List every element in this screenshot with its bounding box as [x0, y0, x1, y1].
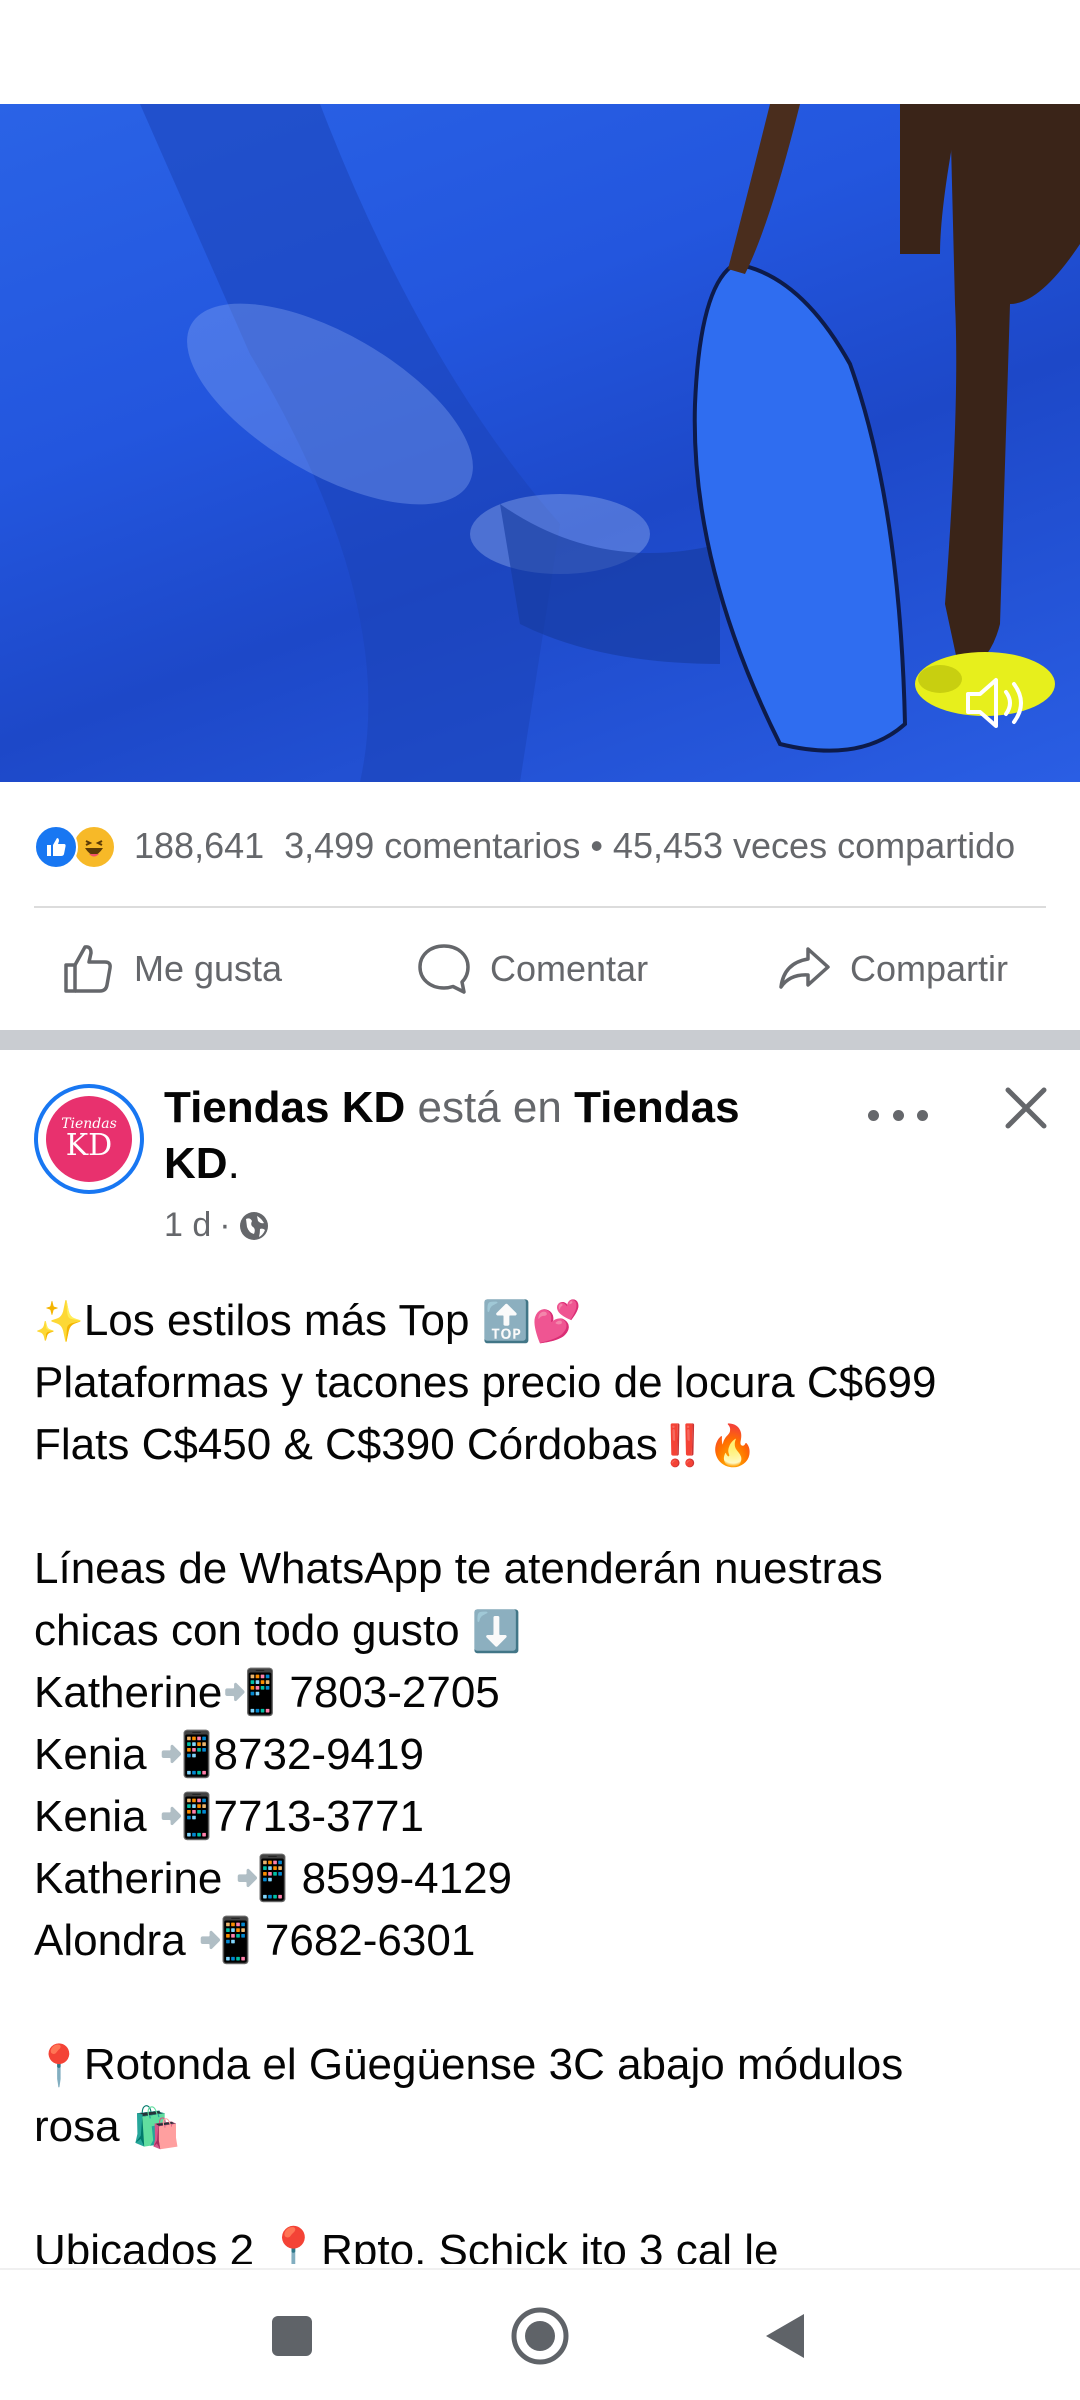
globe-icon [239, 1211, 268, 1240]
whatsapp-contact[interactable]: Kenia 📲7713-3771 [34, 1786, 1064, 1848]
avatar[interactable]: Tiendas KD [34, 1084, 144, 1194]
post-line: Líneas de WhatsApp te atenderán nuestras [34, 1544, 883, 1593]
system-nav-bar [0, 2268, 1080, 2400]
back-button[interactable] [750, 2300, 822, 2372]
period: . [227, 1139, 240, 1188]
whatsapp-contact[interactable]: Katherine📲 7803-2705 [34, 1662, 1064, 1724]
whatsapp-contact[interactable]: Alondra 📲 7682-6301 [34, 1910, 1064, 1972]
post-line: ✨Los estilos más Top 🔝💕 [34, 1296, 582, 1345]
comment-button[interactable]: Comentar [416, 922, 648, 1016]
volume-on-icon[interactable] [960, 668, 1030, 738]
comment-bubble-icon [418, 944, 470, 994]
video-frame [140, 104, 1080, 782]
share-arrow-icon [779, 947, 830, 989]
post-time[interactable]: 1 d [164, 1206, 211, 1245]
feed-separator [0, 1030, 1080, 1050]
post-text: ✨Los estilos más Top 🔝💕 Plataformas y ta… [34, 1290, 1064, 2264]
post-line: Plataformas y tacones precio de locura C… [34, 1358, 937, 1407]
thumbs-up-icon [64, 945, 112, 993]
author-name[interactable]: Tiendas KD [164, 1083, 405, 1132]
status-bar [0, 0, 1080, 104]
post-line: Flats C$450 & C$390 Córdobas‼️🔥 [34, 1420, 758, 1469]
recents-button[interactable] [256, 2300, 328, 2372]
reactions-summary[interactable]: 188,641 3,499 comentarios • 45,453 veces… [34, 812, 1080, 880]
share-button[interactable]: Compartir [776, 922, 1008, 1016]
post-header: Tiendas KD Tiendas KD está en Tiendas KD… [0, 1050, 1080, 1270]
post-line-cut: Ubicados 2 📍Rpto. Schick ito 3 cal le [34, 2226, 779, 2264]
like-button[interactable]: Me gusta [60, 922, 282, 1016]
square-icon [272, 2316, 312, 2356]
post-line: 📍Rotonda el Güegüense 3C abajo módulos [34, 2040, 904, 2089]
post-meta: 1 d · [164, 1206, 271, 1245]
whatsapp-contact[interactable]: Katherine 📲 8599-4129 [34, 1848, 1064, 1910]
reaction-count[interactable]: 188,641 [134, 825, 264, 867]
like-reaction-icon [34, 825, 78, 869]
comments-shares-stats[interactable]: 3,499 comentarios • 45,453 veces compart… [284, 825, 1015, 867]
circle-home-icon [511, 2307, 569, 2365]
close-icon[interactable] [998, 1080, 1054, 1136]
dot [892, 1109, 904, 1121]
triangle-back-icon [766, 2314, 804, 2358]
dot [917, 1109, 928, 1121]
reaction-icons [34, 821, 120, 871]
dot [868, 1109, 879, 1121]
home-button[interactable] [504, 2300, 576, 2372]
post-actions: Me gusta Comentar Compartir [0, 922, 1080, 1016]
post-title: Tiendas KD está en Tiendas KD. [164, 1080, 804, 1192]
meta-dot: · [219, 1206, 231, 1244]
divider [34, 906, 1046, 908]
post-line: rosa 🛍️ [34, 2102, 182, 2151]
tiendas-kd-logo: Tiendas KD [46, 1096, 132, 1182]
post-line: chicas con todo gusto ⬇️ [34, 1606, 522, 1655]
share-label: Compartir [850, 948, 1009, 989]
whatsapp-contact[interactable]: Kenia 📲8732-9419 [34, 1724, 1064, 1786]
haha-reaction-icon [72, 825, 116, 869]
video-player[interactable] [0, 104, 1080, 782]
more-options-button[interactable] [868, 1100, 928, 1130]
connector-text: está en [417, 1083, 562, 1132]
comment-label: Comentar [490, 948, 649, 989]
like-label: Me gusta [134, 948, 283, 989]
